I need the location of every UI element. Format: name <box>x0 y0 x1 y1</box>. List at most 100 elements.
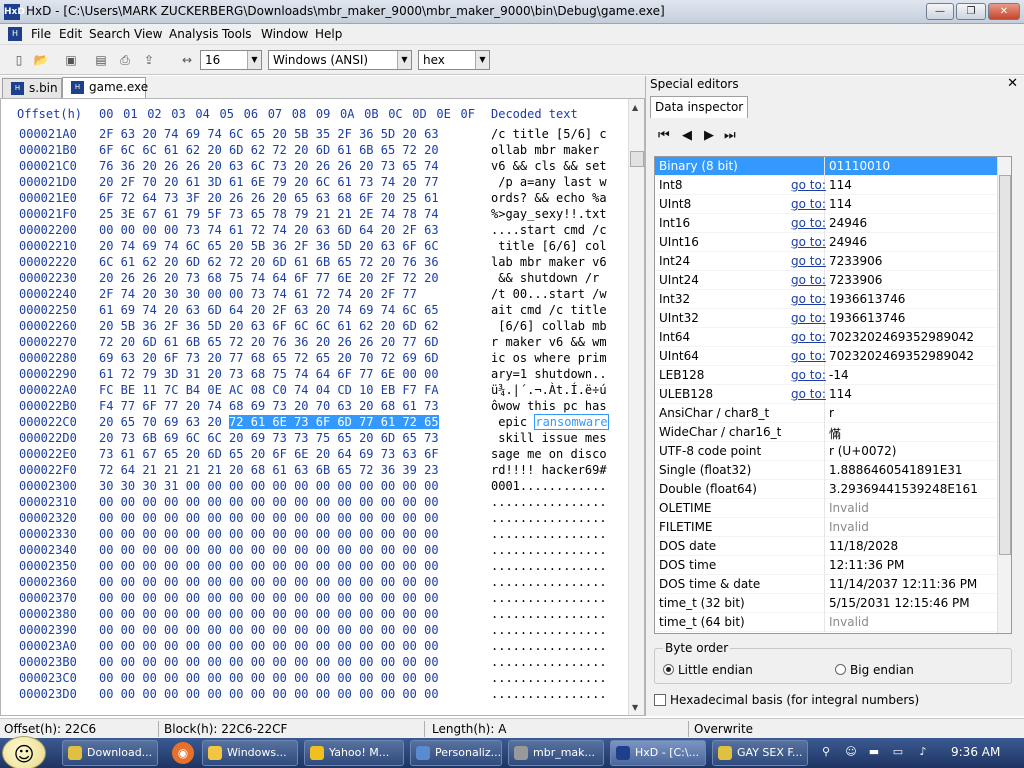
inspector-row[interactable]: UInt8 go to: 114 <box>655 195 997 214</box>
inspector-value[interactable]: 7023202469352989042 <box>829 349 974 363</box>
row-hex-bytes[interactable]: 20 65 70 69 63 20 72 61 6E 73 6F 6D 77 6… <box>99 415 439 429</box>
goto-link[interactable]: go to: <box>791 330 826 344</box>
row-hex-bytes[interactable]: 00 00 00 00 00 00 00 00 00 00 00 00 00 0… <box>99 559 439 573</box>
inspector-value[interactable]: 3.29369441539248E161 <box>829 482 978 496</box>
inspector-row[interactable]: Int32 go to: 1936613746 <box>655 290 997 309</box>
charset-select[interactable]: Windows (ANSI) ▼ <box>268 50 412 70</box>
inspector-value[interactable]: 114 <box>829 197 852 211</box>
checkbox-icon[interactable] <box>654 694 666 706</box>
taskbar-item[interactable]: Windows... <box>202 740 298 766</box>
row-decoded-text[interactable]: r maker v6 && wm <box>491 335 607 349</box>
menu-tools[interactable]: Tools <box>222 27 252 41</box>
inspector-value[interactable]: Invalid <box>829 501 869 515</box>
row-hex-bytes[interactable]: 72 20 6D 61 6B 65 72 20 76 36 20 26 26 2… <box>99 335 439 349</box>
row-hex-bytes[interactable]: 20 2F 70 20 61 3D 61 6E 79 20 6C 61 73 7… <box>99 175 439 189</box>
taskbar-item[interactable]: GAY SEX F... <box>712 740 808 766</box>
hex-row[interactable]: 00002250 61 69 74 20 63 6D 64 20 2F 63 20… <box>1 303 631 319</box>
row-hex-bytes[interactable]: 00 00 00 00 00 00 00 00 00 00 00 00 00 0… <box>99 639 439 653</box>
big-endian-radio[interactable]: Big endian <box>835 663 914 677</box>
goto-link[interactable]: go to: <box>791 387 826 401</box>
hex-row[interactable]: 000023A0 00 00 00 00 00 00 00 00 00 00 00… <box>1 639 631 655</box>
menu-file[interactable]: File <box>31 27 51 41</box>
hex-row[interactable]: 000021E0 6F 72 64 73 3F 20 26 26 20 65 63… <box>1 191 631 207</box>
inspector-row[interactable]: UInt64 go to: 7023202469352989042 <box>655 347 997 366</box>
row-hex-bytes[interactable]: 25 3E 67 61 79 5F 73 65 78 79 21 21 2E 7… <box>99 207 439 221</box>
row-decoded-text[interactable]: ................ <box>491 655 607 669</box>
chevron-down-icon[interactable]: ▼ <box>397 51 411 69</box>
inspector-row[interactable]: AnsiChar / char8_t r <box>655 404 997 423</box>
maximize-button[interactable]: ❐ <box>956 3 986 20</box>
inspector-value[interactable]: r (U+0072) <box>829 444 897 458</box>
row-hex-bytes[interactable]: F4 77 6F 77 20 74 68 69 73 20 70 63 20 6… <box>99 399 439 413</box>
row-decoded-text[interactable]: ic os where prim <box>491 351 607 365</box>
inspector-row[interactable]: Int24 go to: 7233906 <box>655 252 997 271</box>
inspector-row[interactable]: UTF-8 code point r (U+0072) <box>655 442 997 461</box>
inspector-row[interactable]: DOS time & date 11/14/2037 12:11:36 PM <box>655 575 997 594</box>
inspector-row[interactable]: time_t (32 bit) 5/15/2031 12:15:46 PM <box>655 594 997 613</box>
inspector-value[interactable]: 1.8886460541891E31 <box>829 463 963 477</box>
row-hex-bytes[interactable]: 76 36 20 26 26 20 63 6C 73 20 26 26 20 7… <box>99 159 439 173</box>
row-hex-bytes[interactable]: 00 00 00 00 00 00 00 00 00 00 00 00 00 0… <box>99 591 439 605</box>
inspector-row[interactable]: Binary (8 bit) 01110010 <box>655 157 997 176</box>
row-decoded-text[interactable]: ait cmd /c title <box>491 303 607 317</box>
row-hex-bytes[interactable]: 6C 61 62 20 6D 62 72 20 6D 61 6B 65 72 2… <box>99 255 439 269</box>
document-icon[interactable]: H <box>8 27 22 41</box>
last-record-icon[interactable]: ⏭ <box>724 128 736 143</box>
inspector-value[interactable]: 1936613746 <box>829 292 905 306</box>
row-decoded-text[interactable]: [6/6] collab mb <box>491 319 606 333</box>
decoded-selected[interactable]: ransomware <box>534 414 609 430</box>
search-icon[interactable]: ⚲ <box>818 744 834 760</box>
first-record-icon[interactable]: ⏮ <box>658 128 670 143</box>
row-decoded-text[interactable]: ................ <box>491 543 607 557</box>
inspector-row[interactable]: LEB128 go to: -14 <box>655 366 997 385</box>
menu-search[interactable]: Search <box>89 27 130 41</box>
row-decoded-text[interactable]: ................ <box>491 511 607 525</box>
hex-row[interactable]: 00002390 00 00 00 00 00 00 00 00 00 00 00… <box>1 623 631 639</box>
inspector-value[interactable]: 114 <box>829 387 852 401</box>
row-hex-bytes[interactable]: 6F 6C 6C 61 62 20 6D 62 72 20 6D 61 6B 6… <box>99 143 439 157</box>
offset-base-select[interactable]: hex ▼ <box>418 50 490 70</box>
next-icon[interactable]: ▶ <box>704 128 714 143</box>
goto-link[interactable]: go to: <box>791 311 826 325</box>
row-decoded-text[interactable]: ................ <box>491 671 607 685</box>
row-decoded-text[interactable]: ....start cmd /c <box>491 223 607 237</box>
hex-row[interactable]: 00002310 00 00 00 00 00 00 00 00 00 00 00… <box>1 495 631 511</box>
hex-row[interactable]: 000021D0 20 2F 70 20 61 3D 61 6E 79 20 6C… <box>1 175 631 191</box>
hex-row[interactable]: 000021C0 76 36 20 26 26 20 63 6C 73 20 26… <box>1 159 631 175</box>
hex-row[interactable]: 00002240 2F 74 20 30 30 00 00 73 74 61 72… <box>1 287 631 303</box>
hex-row[interactable]: 000022A0 FC BE 11 7C B4 0E AC 08 C0 74 04… <box>1 383 631 399</box>
hex-row[interactable]: 00002200 00 00 00 00 73 74 61 72 74 20 63… <box>1 223 631 239</box>
inspector-row[interactable]: Int64 go to: 7023202469352989042 <box>655 328 997 347</box>
inspector-row[interactable]: UInt16 go to: 24946 <box>655 233 997 252</box>
inspector-value[interactable]: Invalid <box>829 615 869 629</box>
inspector-row[interactable]: Double (float64) 3.29369441539248E161 <box>655 480 997 499</box>
row-decoded-text[interactable]: ................ <box>491 687 607 701</box>
tab-data-inspector[interactable]: Data inspector <box>650 96 749 118</box>
save-icon[interactable]: ▣ <box>62 51 80 69</box>
row-decoded-text[interactable]: lab mbr maker v6 <box>491 255 607 269</box>
row-hex-bytes[interactable]: 00 00 00 00 00 00 00 00 00 00 00 00 00 0… <box>99 687 439 701</box>
hex-editor-panel[interactable]: Offset(h) 00 01 02 03 04 05 06 07 08 09 0A 0B 0C 0D 0E 0… <box>0 98 645 716</box>
row-hex-bytes[interactable]: 2F 74 20 30 30 00 00 73 74 61 72 74 20 2… <box>99 287 417 301</box>
hex-row[interactable]: 000022E0 73 61 67 65 20 6D 65 20 6F 6E 20… <box>1 447 631 463</box>
row-decoded-text[interactable]: v6 && cls && set <box>491 159 607 173</box>
row-decoded-text[interactable]: 0001............ <box>491 479 607 493</box>
little-endian-radio[interactable]: Little endian <box>663 663 753 677</box>
hex-row[interactable]: 000021F0 25 3E 67 61 79 5F 73 65 78 79 21… <box>1 207 631 223</box>
scroll-thumb[interactable] <box>630 151 644 167</box>
hex-row[interactable]: 00002290 61 72 79 3D 31 20 73 68 75 74 64… <box>1 367 631 383</box>
row-hex-bytes[interactable]: 00 00 00 00 00 00 00 00 00 00 00 00 00 0… <box>99 495 439 509</box>
inspector-row[interactable]: Int8 go to: 114 <box>655 176 997 195</box>
hex-row[interactable]: 00002320 00 00 00 00 00 00 00 00 00 00 00… <box>1 511 631 527</box>
clock[interactable]: 9:36 AM <box>951 745 1000 759</box>
hxd-app-icon[interactable]: HxD <box>4 4 25 20</box>
hex-basis-checkbox[interactable]: Hexadecimal basis (for integral numbers) <box>654 693 919 707</box>
inspector-value[interactable]: 慲 <box>829 425 841 442</box>
row-hex-bytes[interactable]: 20 26 26 20 73 68 75 74 64 6F 77 6E 20 2… <box>99 271 439 285</box>
inspector-row[interactable]: FILETIME Invalid <box>655 518 997 537</box>
network-icon[interactable]: ▬ <box>866 744 882 760</box>
inspector-value[interactable]: 11/14/2037 12:11:36 PM <box>829 577 977 591</box>
hex-row[interactable]: 000022C0 20 65 70 69 63 20 72 61 6E 73 6F… <box>1 414 631 431</box>
tab-game-exe[interactable]: H game.exe <box>62 77 148 98</box>
inspector-value[interactable]: 12:11:36 PM <box>829 558 904 572</box>
